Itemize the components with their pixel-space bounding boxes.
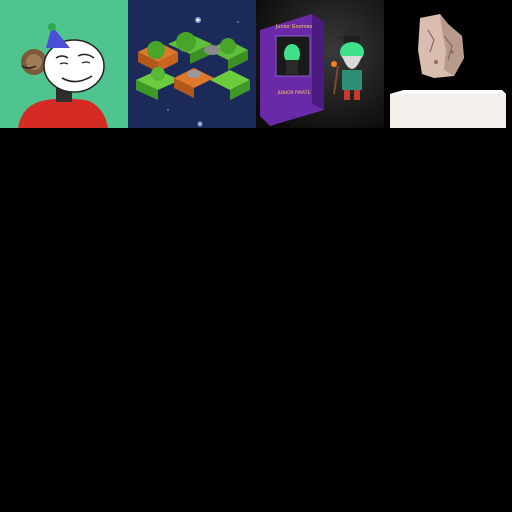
thumbnail-strip: Junior Gnomes JUNIOR PIRATE <box>0 0 512 128</box>
figurine-illustration: Junior Gnomes JUNIOR PIRATE <box>256 0 384 128</box>
box-brand-text: Junior Gnomes <box>275 24 313 30</box>
stone-artifact-illustration <box>384 0 512 128</box>
thumbnail-avatar[interactable] <box>0 0 128 128</box>
thumbnail-figurine[interactable]: Junior Gnomes JUNIOR PIRATE <box>256 0 384 128</box>
thumbnail-isometric-game[interactable] <box>128 0 256 128</box>
isometric-game-illustration <box>128 0 256 128</box>
thumbnail-stone-artifact[interactable] <box>384 0 512 128</box>
avatar-illustration <box>0 0 128 128</box>
page: Junior Gnomes JUNIOR PIRATE <box>0 0 512 512</box>
box-product-text: JUNIOR PIRATE <box>277 90 311 96</box>
